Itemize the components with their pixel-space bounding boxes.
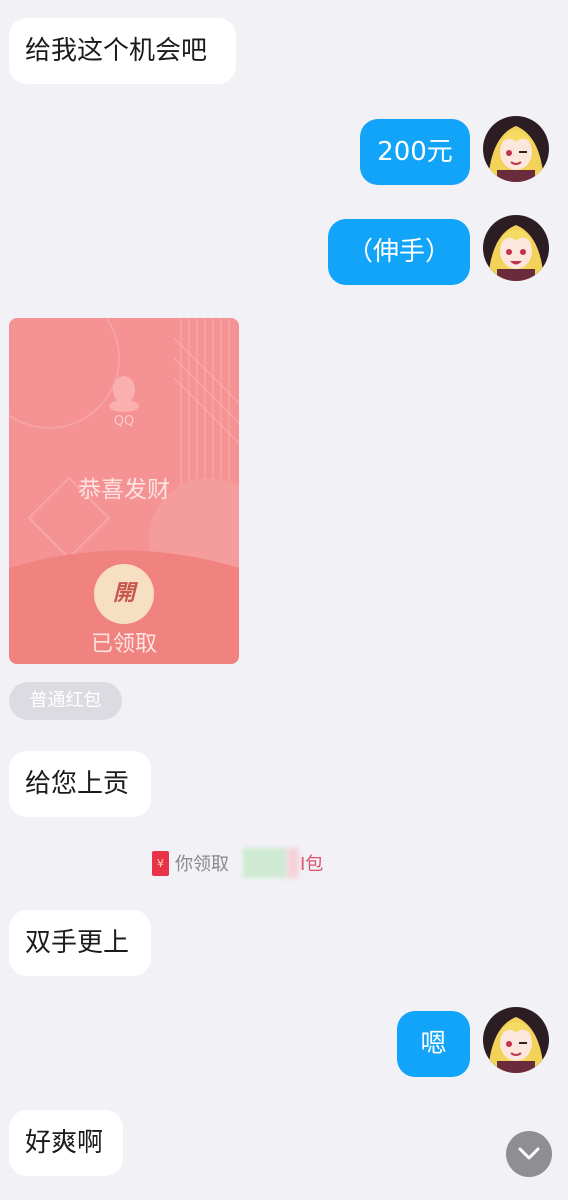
chevron-down-icon bbox=[518, 1147, 540, 1160]
message-bubble-incoming[interactable]: 双手更上 bbox=[9, 910, 151, 976]
qq-label: QQ bbox=[113, 414, 135, 429]
avatar[interactable] bbox=[483, 1007, 549, 1073]
scroll-to-bottom-button[interactable] bbox=[506, 1131, 552, 1177]
qq-logo-icon bbox=[109, 376, 139, 412]
avatar[interactable] bbox=[483, 116, 549, 182]
red-packet-icon: ¥ bbox=[152, 850, 169, 876]
blurred-name bbox=[243, 848, 287, 878]
message-bubble-incoming[interactable]: 给我这个机会吧 bbox=[9, 18, 236, 84]
notice-text: 你领取 bbox=[175, 854, 229, 875]
notice-link[interactable]: I包 bbox=[300, 850, 323, 876]
red-packet-card[interactable]: QQ 恭喜发财 開 已领取 bbox=[9, 318, 239, 664]
message-bubble-incoming[interactable]: 给您上贡 bbox=[9, 751, 151, 817]
message-bubble-outgoing[interactable]: 嗯 bbox=[397, 1011, 470, 1077]
avatar[interactable] bbox=[483, 215, 549, 281]
message-bubble-incoming[interactable]: 好爽啊 bbox=[9, 1110, 123, 1176]
blurred-name bbox=[287, 848, 299, 878]
open-red-packet-button[interactable]: 開 bbox=[94, 564, 154, 624]
message-bubble-outgoing[interactable]: （伸手） bbox=[328, 219, 470, 285]
red-packet-greeting: 恭喜发财 bbox=[78, 477, 170, 503]
red-packet-type-tag: 普通红包 bbox=[9, 682, 122, 720]
message-bubble-outgoing[interactable]: 200元 bbox=[360, 119, 470, 185]
red-packet-received-notice: ¥ 你领取 I包 bbox=[152, 848, 323, 878]
red-packet-status: 已领取 bbox=[90, 632, 157, 657]
